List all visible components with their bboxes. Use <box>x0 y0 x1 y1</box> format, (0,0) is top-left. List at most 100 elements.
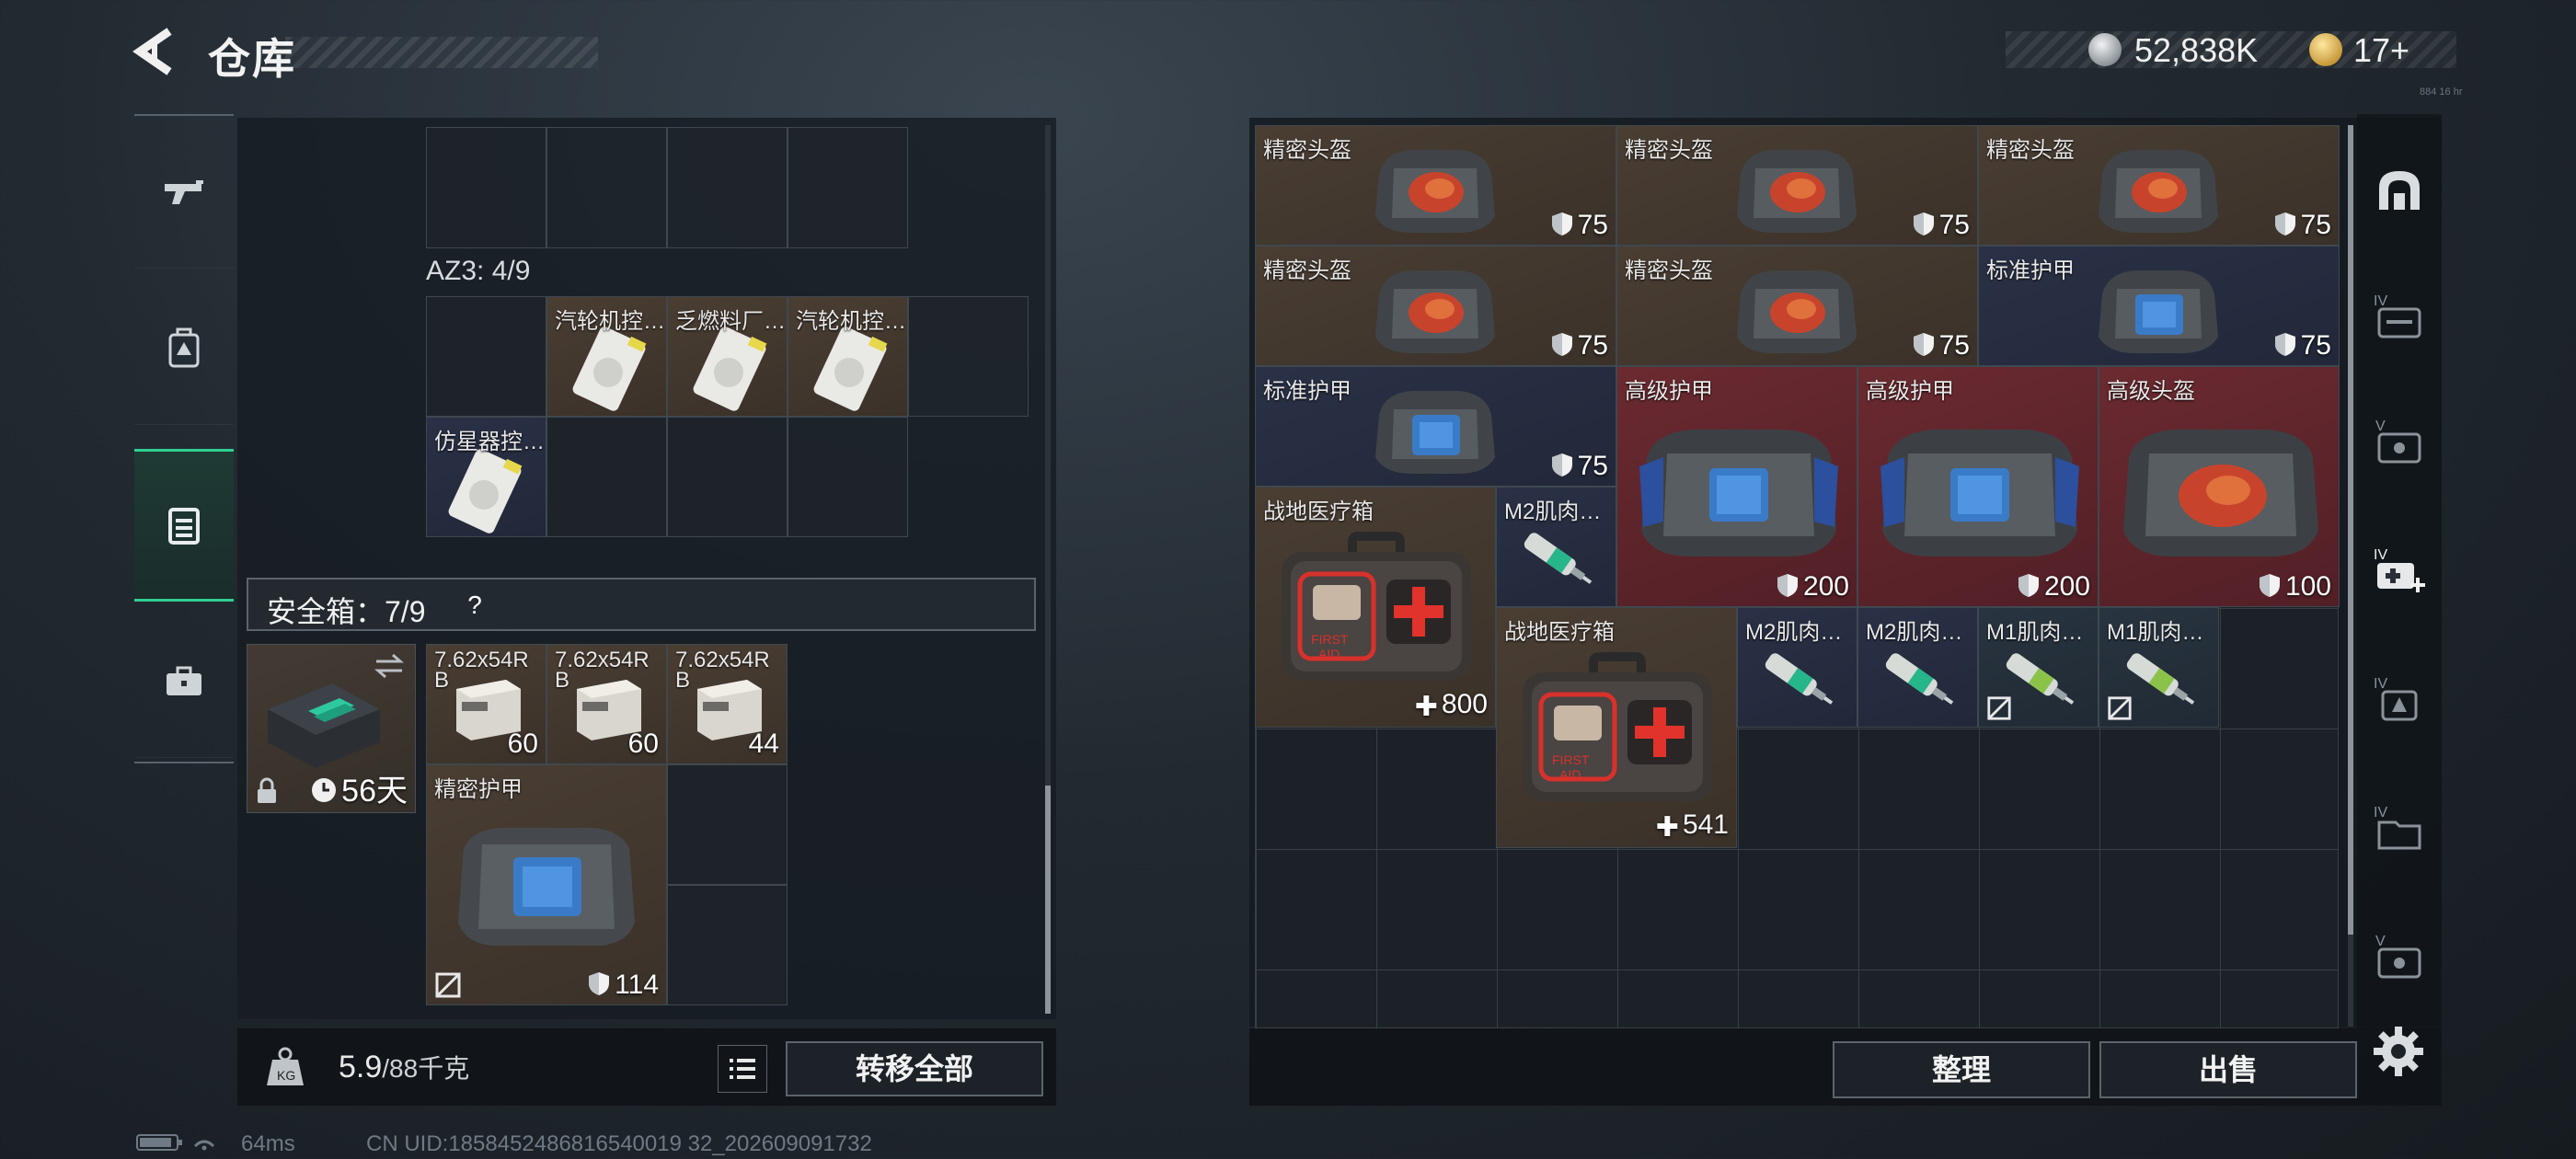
safebox-icon <box>268 683 380 768</box>
help-button[interactable]: ? <box>456 587 493 624</box>
stim-item[interactable]: M2肌肉… <box>1737 607 1857 728</box>
item-name: 高级护甲 <box>1625 379 1713 404</box>
stim-item[interactable]: M1肌肉… <box>1978 607 2099 728</box>
list-view-button[interactable] <box>718 1045 767 1093</box>
stim-item[interactable]: M1肌肉… <box>2099 607 2219 728</box>
armor-item[interactable]: 标准护甲 75 <box>1255 366 1616 487</box>
scrollbar-thumb[interactable] <box>2348 125 2353 935</box>
armor-item[interactable]: 精密护甲 114 <box>426 764 667 1005</box>
helmet-item[interactable]: 高级头盔 100 <box>2099 366 2340 607</box>
item-name: 仿星器控… <box>434 430 545 454</box>
nav-item-loadout[interactable] <box>134 272 234 425</box>
armor-item[interactable]: 标准护甲 75 <box>1978 246 2340 366</box>
svg-text:V: V <box>2375 934 2386 949</box>
sell-button[interactable]: 出售 <box>2099 1041 2357 1098</box>
keycard-item[interactable]: 仿星器控… <box>426 417 546 537</box>
safebox-label: 安全箱：7/9 <box>267 595 426 628</box>
grid-slot[interactable] <box>788 127 908 248</box>
medical-case-icon: IV <box>2374 547 2425 592</box>
helmet-item[interactable]: 精密头盔 75 <box>1978 125 2340 246</box>
settings-button[interactable] <box>2368 1021 2429 1082</box>
heal-value: 541 <box>1682 809 1729 840</box>
armor-item[interactable]: 高级护甲 200 <box>1857 366 2099 607</box>
currency-bar: 52,838K 17+ <box>2006 31 2456 69</box>
tab-storage-main[interactable] <box>2363 155 2436 228</box>
no-insure-icon <box>2108 696 2132 720</box>
medkit-item[interactable]: 战地医疗箱 FIRST AID ✚ 800 <box>1255 487 1496 728</box>
svg-text:IV: IV <box>2374 676 2387 692</box>
durability: 200 <box>1776 571 1849 602</box>
helmet-item[interactable]: 精密头盔 75 <box>1255 125 1616 246</box>
helmet-icon <box>1375 270 1495 353</box>
weapon-case-icon: V <box>2375 419 2421 464</box>
first-aid-kit-icon: FIRST AID <box>1523 652 1712 801</box>
grid-slot[interactable] <box>667 127 788 248</box>
gear-icon <box>2374 1027 2423 1076</box>
keycard-item[interactable]: 汽轮机控… <box>788 296 908 417</box>
svg-text:V: V <box>2375 419 2386 434</box>
armor-vest-icon <box>1639 430 1838 557</box>
safebox-days: 56天 <box>341 774 408 809</box>
title-stripe <box>285 37 598 68</box>
grid-slot[interactable] <box>546 417 667 537</box>
grid-slot[interactable] <box>908 296 1029 417</box>
keycard-item[interactable]: 汽轮机控… <box>546 296 667 417</box>
grid-slot[interactable] <box>667 417 788 537</box>
tab-storage-v-2[interactable]: V <box>2363 920 2436 993</box>
grid-slot[interactable] <box>667 885 788 1005</box>
grid-slot[interactable] <box>667 764 788 885</box>
tab-storage-iv-1[interactable]: IV <box>2363 280 2436 353</box>
shield-icon <box>1777 574 1798 597</box>
armor-item[interactable]: 高级护甲 200 <box>1616 366 1857 607</box>
item-name: 战地医疗箱 <box>1263 499 1374 524</box>
stim-item[interactable]: M2肌肉… <box>1857 607 1978 728</box>
weapon-case-icon: V <box>2375 934 2421 979</box>
tab-storage-iv-2[interactable]: IV <box>2363 662 2436 736</box>
az3-container-label: AZ3: 4/9 <box>426 256 531 286</box>
sort-button[interactable]: 整理 <box>1833 1041 2090 1098</box>
scrollbar-thumb[interactable] <box>1045 786 1051 1014</box>
durability-value: 75 <box>1938 210 1970 240</box>
grid-slot[interactable] <box>426 296 546 417</box>
weight-bar: KG 5.9/88千克 转移全部 <box>237 1028 1056 1106</box>
keycard-item[interactable]: 乏燃料厂… <box>667 296 788 417</box>
tab-storage-iv-3[interactable]: IV <box>2363 791 2436 865</box>
ammo-count: 60 <box>627 729 659 759</box>
ammo-box-item[interactable]: 7.62x54R B 60 <box>426 644 546 764</box>
nav-item-weapons[interactable] <box>134 116 234 269</box>
safebox-case[interactable]: 56天 <box>247 644 416 813</box>
ammo-box-item[interactable]: 7.62x54R B 60 <box>546 644 667 764</box>
item-name: 精密头盔 <box>1625 258 1713 283</box>
weight-icon: KG <box>267 1047 304 1085</box>
ammo-box-item[interactable]: 7.62x54R B 44 <box>667 644 788 764</box>
durability: 75 <box>1550 451 1608 482</box>
durability-value: 200 <box>2043 571 2090 602</box>
item-name: 高级头盔 <box>2107 379 2195 404</box>
nav-item-toolbox[interactable] <box>134 605 234 758</box>
lock-icon <box>258 777 276 803</box>
medkit-item[interactable]: 战地医疗箱 FIRST AID ✚ 541 <box>1496 607 1737 848</box>
tab-storage-iv-medical[interactable]: IV <box>2363 534 2436 607</box>
back-button[interactable] <box>129 26 184 77</box>
silver-coin-icon <box>2088 33 2122 66</box>
helmet-item[interactable]: 精密头盔 75 <box>1616 246 1978 366</box>
svg-text:FIRST: FIRST <box>1552 752 1590 767</box>
durability-value: 75 <box>1577 451 1608 481</box>
shield-icon <box>1551 453 1572 476</box>
helmet-item[interactable]: 精密头盔 75 <box>1255 246 1616 366</box>
grid-slot[interactable] <box>788 417 908 537</box>
grid-slot[interactable] <box>546 127 667 248</box>
svg-text:IV: IV <box>2374 293 2387 309</box>
back-arrow-icon <box>132 28 172 75</box>
item-name: M2肌肉… <box>1504 499 1602 524</box>
currency-subtext: 884 16 hr <box>2420 86 2463 98</box>
storage-actions-bar: 整理 出售 <box>1249 1028 2442 1106</box>
helmet-item[interactable]: 精密头盔 75 <box>1616 125 1978 246</box>
nav-item-storage[interactable] <box>134 449 234 602</box>
item-name: 汽轮机控… <box>796 309 906 334</box>
transfer-all-button[interactable]: 转移全部 <box>786 1041 1043 1096</box>
stim-item[interactable]: M2肌肉… <box>1496 487 1616 607</box>
tab-storage-v-1[interactable]: V <box>2363 405 2436 478</box>
grid-slot[interactable] <box>426 127 546 248</box>
shield-icon <box>1551 212 1572 235</box>
